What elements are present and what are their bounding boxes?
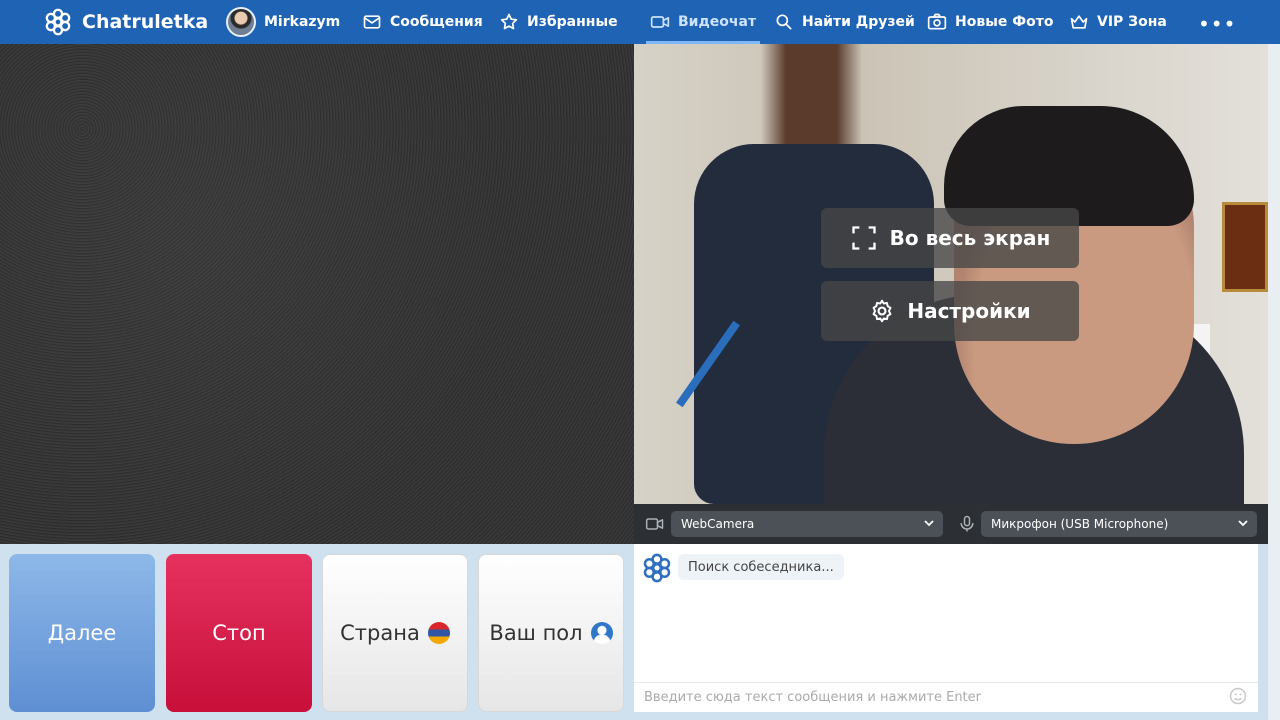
nav-profile[interactable]: Mirkazym [226,0,340,44]
nav-videochat[interactable]: Видеочат [645,0,761,44]
nav-new-photos-label: Новые Фото [955,14,1054,30]
brand-logo[interactable]: Chatruletka [44,0,208,44]
microphone-icon [960,515,974,532]
emoji-icon[interactable] [1228,686,1248,706]
microphone-select-value: Микрофон (USB Microphone) [991,517,1169,531]
chat-status-message: Поиск собеседника... [678,554,844,580]
nav-find-friends[interactable]: Найти Друзей [774,0,915,44]
nav-new-photos[interactable]: Новые Фото [927,0,1053,44]
nav-messages[interactable]: Сообщения [362,0,483,44]
nav-find-friends-label: Найти Друзей [802,14,915,30]
device-bar: WebCamera Микрофон (USB Microphone) [634,504,1268,544]
settings-label: Настройки [907,299,1031,323]
search-icon [776,14,792,30]
country-label: Страна [340,621,420,645]
camera-icon [927,13,947,30]
avatar [226,7,256,37]
nav-favorites-label: Избранные [527,14,618,30]
camera-select-value: WebCamera [681,517,755,531]
more-menu-icon[interactable]: ••• [1198,12,1236,36]
profile-name: Mirkazym [264,14,341,30]
fullscreen-label: Во весь экран [889,226,1051,250]
stop-button[interactable]: Стоп [166,554,312,712]
self-video[interactable]: Во весь экран Настройки [634,44,1268,504]
settings-button[interactable]: Настройки [821,281,1079,341]
microphone-select[interactable]: Микрофон (USB Microphone) [981,511,1257,537]
country-button[interactable]: Страна [322,554,468,712]
top-nav: Chatruletka Mirkazym Сообщения Избранные… [0,0,1280,44]
brand-name: Chatruletka [82,11,209,33]
armenia-flag-icon [427,622,450,644]
chat-panel: Поиск собеседника... [634,544,1258,712]
nav-vip-label: VIP Зона [1097,14,1167,30]
star-icon [500,13,518,30]
flower-logo-icon [45,8,71,36]
stop-label: Стоп [212,621,266,645]
nav-videochat-label: Видеочат [678,14,757,30]
gender-label: Ваш пол [489,621,583,645]
chevron-down-icon [1238,520,1248,527]
gender-button[interactable]: Ваш пол [478,554,624,712]
crown-icon [1070,15,1088,29]
fullscreen-button[interactable]: Во весь экран [821,208,1079,268]
fullscreen-icon [851,226,876,250]
partner-video [0,44,634,544]
nav-favorites[interactable]: Избранные [499,0,618,44]
chat-logo-icon [643,553,671,583]
male-user-icon [590,622,613,644]
chevron-down-icon [924,520,934,527]
next-label: Далее [47,621,117,645]
camera-select[interactable]: WebCamera [671,511,943,537]
next-button[interactable]: Далее [9,554,155,712]
video-camera-icon [645,518,664,530]
nav-messages-label: Сообщения [390,14,483,30]
page-scrollbar[interactable] [1268,44,1280,720]
nav-vip[interactable]: VIP Зона [1069,0,1167,44]
message-input[interactable] [634,682,1258,712]
gear-icon [872,299,892,323]
mail-icon [363,15,381,29]
video-icon [650,16,670,28]
